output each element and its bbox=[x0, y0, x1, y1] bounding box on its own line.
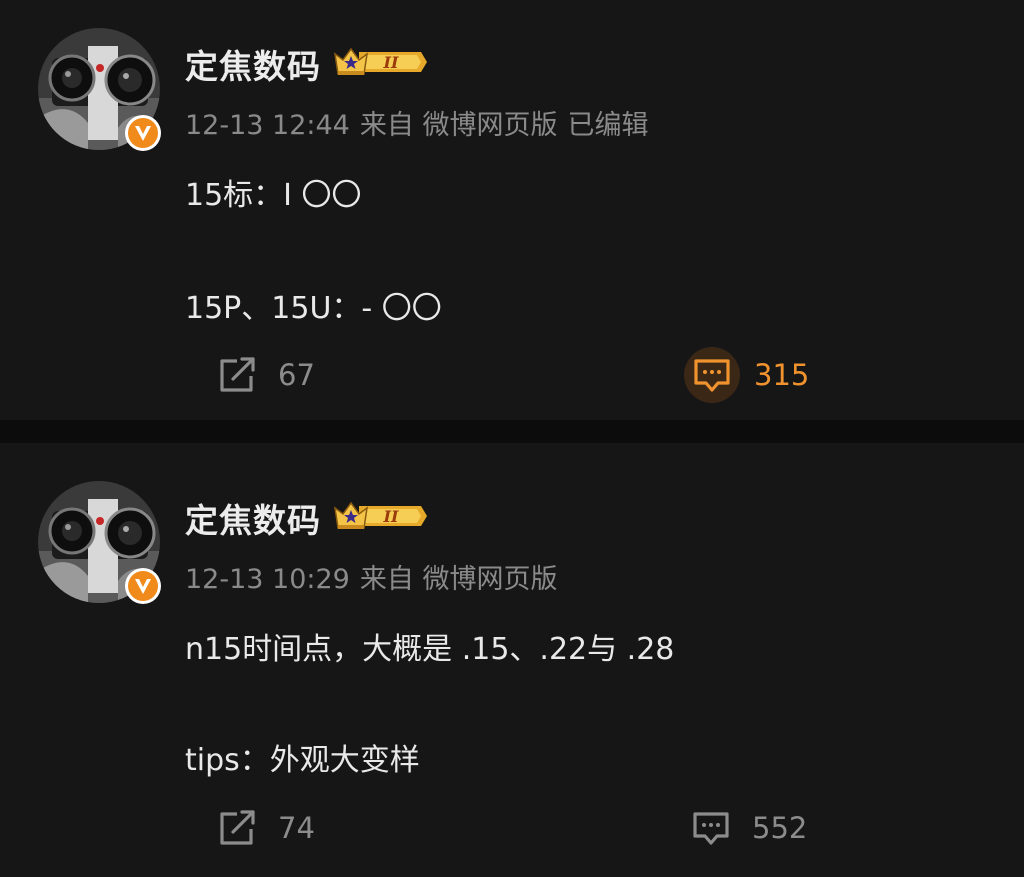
edited-label[interactable]: 已编辑 bbox=[567, 110, 648, 141]
weibo-post: 定焦数码 II 12-13 12:44 来自 微博网页版 已编辑 15标：I 〇〇 … bbox=[0, 0, 1024, 420]
post-meta: 12-13 10:29 来自 微博网页版 bbox=[185, 557, 567, 596]
avatar[interactable] bbox=[38, 481, 161, 604]
share-icon bbox=[216, 354, 258, 396]
comment-icon bbox=[690, 807, 732, 849]
author-name[interactable]: 定焦数码 bbox=[185, 40, 321, 88]
verified-v-icon bbox=[125, 115, 161, 151]
post-meta: 12-13 12:44 来自 微博网页版 已编辑 bbox=[185, 103, 658, 142]
crown-icon[interactable]: II bbox=[333, 44, 427, 80]
post-separator bbox=[0, 420, 1024, 443]
crown-icon[interactable]: II bbox=[333, 498, 427, 534]
comment-button[interactable]: 315 bbox=[684, 345, 810, 405]
weibo-post: 定焦数码 II 12-13 10:29 来自 微博网页版 n15时间点，大概是 .… bbox=[0, 443, 1024, 877]
comment-icon bbox=[684, 347, 740, 403]
comment-count: 315 bbox=[754, 358, 810, 392]
post-source: 来自 微博网页版 bbox=[359, 110, 558, 141]
post-time[interactable]: 12-13 10:29 bbox=[185, 564, 350, 595]
member-level: II bbox=[383, 53, 399, 72]
repost-button[interactable]: 67 bbox=[216, 345, 315, 405]
verified-v-icon bbox=[125, 568, 161, 604]
post-content-line: n15时间点，大概是 .15、.22与 .28 bbox=[185, 632, 675, 667]
post-content-line: 15P、15U：- 〇〇 bbox=[185, 291, 442, 326]
comment-button[interactable]: 552 bbox=[690, 798, 807, 858]
post-source: 来自 微博网页版 bbox=[359, 564, 558, 595]
repost-button[interactable]: 74 bbox=[216, 798, 315, 858]
repost-count: 74 bbox=[278, 811, 315, 845]
post-time[interactable]: 12-13 12:44 bbox=[185, 110, 350, 141]
post-content-line: tips：外观大变样 bbox=[185, 743, 420, 778]
post-content-line: 15标：I 〇〇 bbox=[185, 178, 362, 213]
avatar[interactable] bbox=[38, 28, 161, 151]
repost-count: 67 bbox=[278, 358, 315, 392]
author-name[interactable]: 定焦数码 bbox=[185, 494, 321, 542]
share-icon bbox=[216, 807, 258, 849]
member-level: II bbox=[383, 507, 399, 526]
comment-count: 552 bbox=[752, 811, 808, 845]
